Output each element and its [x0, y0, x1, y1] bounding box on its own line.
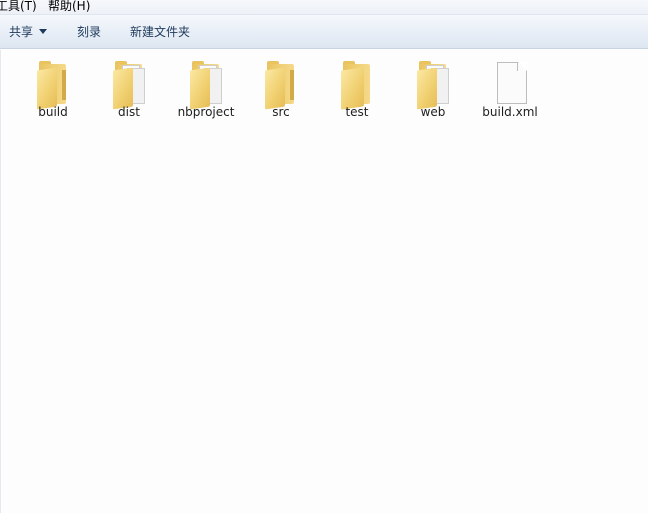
new-folder-button[interactable]: 新建文件夹	[130, 24, 190, 40]
file-name: src	[272, 105, 290, 119]
file-name: test	[345, 105, 369, 119]
file-item[interactable]: src	[245, 58, 317, 124]
folder-icon	[265, 60, 299, 110]
file-item[interactable]: build	[17, 58, 89, 124]
folder-icon	[341, 60, 375, 110]
menu-tools[interactable]: 工具(T)	[0, 0, 37, 14]
folder-icon	[37, 60, 71, 110]
burn-button[interactable]: 刻录	[77, 24, 101, 40]
share-label: 共享	[9, 25, 34, 39]
file-name: build.xml	[482, 105, 538, 119]
file-name: dist	[118, 105, 140, 119]
menu-help[interactable]: 帮助(H)	[48, 0, 90, 14]
share-button[interactable]: 共享	[9, 24, 48, 40]
file-item[interactable]: nbproject	[170, 58, 242, 124]
file-name: web	[420, 105, 446, 119]
command-toolbar: 共享 刻录 新建文件夹	[0, 15, 648, 49]
file-icon	[494, 60, 528, 108]
file-item[interactable]: dist	[93, 58, 165, 124]
folder-icon	[190, 60, 224, 110]
file-name: nbproject	[177, 105, 235, 119]
file-name: build	[38, 105, 68, 119]
menu-bar: 工具(T) 帮助(H)	[0, 0, 648, 15]
file-item[interactable]: build.xml	[474, 58, 546, 124]
folder-icon	[113, 60, 147, 110]
file-list: build dist nbproject src test web build.…	[0, 50, 648, 513]
chevron-down-icon	[39, 29, 48, 34]
file-item[interactable]: test	[321, 58, 393, 124]
folder-icon	[417, 60, 451, 110]
file-item[interactable]: web	[397, 58, 469, 124]
